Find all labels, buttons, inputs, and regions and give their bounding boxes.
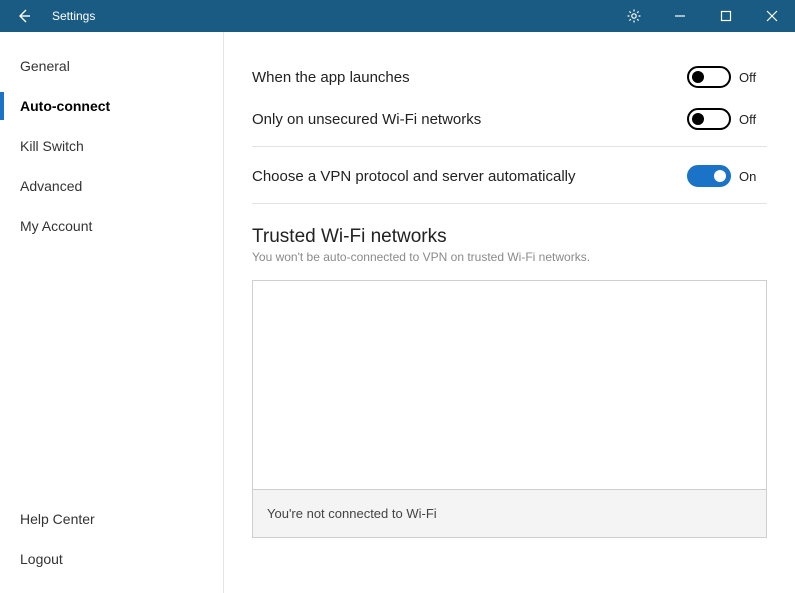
maximize-icon: [720, 10, 732, 22]
sidebar: General Auto-connect Kill Switch Advance…: [0, 32, 224, 593]
trusted-networks-title: Trusted Wi-Fi networks: [252, 226, 767, 248]
sidebar-item-logout[interactable]: Logout: [0, 539, 223, 579]
sidebar-item-label: Kill Switch: [20, 138, 84, 154]
toggle-app-launch[interactable]: [687, 66, 731, 88]
trusted-networks-footer: You're not connected to Wi-Fi: [253, 489, 766, 537]
close-button[interactable]: [749, 0, 795, 32]
trusted-networks-list-area[interactable]: [253, 281, 766, 489]
setting-label: Only on unsecured Wi-Fi networks: [252, 111, 687, 128]
trusted-networks-list: You're not connected to Wi-Fi: [252, 280, 767, 538]
divider: [252, 203, 767, 204]
sidebar-item-label: My Account: [20, 218, 92, 234]
minimize-icon: [674, 10, 686, 22]
setting-row-unsecured-wifi: Only on unsecured Wi-Fi networks Off: [252, 98, 767, 140]
toggle-state-text: On: [739, 169, 767, 184]
sidebar-item-auto-connect[interactable]: Auto-connect: [0, 86, 223, 126]
sidebar-item-kill-switch[interactable]: Kill Switch: [0, 126, 223, 166]
setting-label: When the app launches: [252, 69, 687, 86]
gear-icon: [626, 8, 642, 24]
sidebar-item-label: Help Center: [20, 511, 95, 527]
sidebar-footer: Help Center Logout: [0, 499, 223, 593]
sidebar-item-general[interactable]: General: [0, 46, 223, 86]
minimize-button[interactable]: [657, 0, 703, 32]
sidebar-item-label: Logout: [20, 551, 63, 567]
sidebar-nav: General Auto-connect Kill Switch Advance…: [0, 46, 223, 499]
trusted-networks-footer-text: You're not connected to Wi-Fi: [267, 506, 437, 521]
content-pane: When the app launches Off Only on unsecu…: [224, 32, 795, 593]
toggle-knob: [692, 113, 704, 125]
app-body: General Auto-connect Kill Switch Advance…: [0, 32, 795, 593]
close-icon: [766, 10, 778, 22]
toggle-state-text: Off: [739, 70, 767, 85]
toggle-state-text: Off: [739, 112, 767, 127]
sidebar-item-help-center[interactable]: Help Center: [0, 499, 223, 539]
sidebar-item-advanced[interactable]: Advanced: [0, 166, 223, 206]
toggle-auto-protocol[interactable]: [687, 165, 731, 187]
sidebar-item-label: Advanced: [20, 178, 82, 194]
toggle-knob: [714, 170, 726, 182]
back-button[interactable]: [0, 0, 48, 32]
setting-label: Choose a VPN protocol and server automat…: [252, 168, 687, 185]
titlebar: Settings: [0, 0, 795, 32]
toggle-unsecured-wifi[interactable]: [687, 108, 731, 130]
arrow-left-icon: [16, 8, 32, 24]
settings-gear-button[interactable]: [611, 0, 657, 32]
sidebar-item-label: General: [20, 58, 70, 74]
maximize-button[interactable]: [703, 0, 749, 32]
setting-row-auto-protocol: Choose a VPN protocol and server automat…: [252, 155, 767, 197]
sidebar-item-label: Auto-connect: [20, 98, 110, 114]
window-title: Settings: [48, 9, 95, 23]
trusted-networks-subtitle: You won't be auto-connected to VPN on tr…: [252, 250, 767, 264]
divider: [252, 146, 767, 147]
sidebar-item-my-account[interactable]: My Account: [0, 206, 223, 246]
setting-row-app-launch: When the app launches Off: [252, 56, 767, 98]
toggle-knob: [692, 71, 704, 83]
